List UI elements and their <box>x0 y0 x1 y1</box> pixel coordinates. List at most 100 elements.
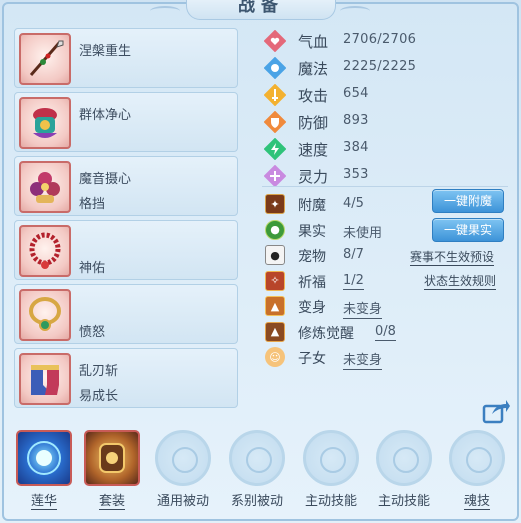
gold-necklace-icon <box>19 289 71 341</box>
equipment-slot-3[interactable]: 魔音摄心 格挡 <box>14 156 238 216</box>
stat-speed: 速度 384 <box>262 136 512 163</box>
ornate-armor-icon <box>19 97 71 149</box>
equipment-trait: 格挡 <box>79 197 106 212</box>
equipment-name: 涅槃重生 <box>79 44 132 59</box>
skill-label: 通用被动 <box>156 494 209 509</box>
page-title: 战备 <box>186 0 336 20</box>
equipment-trait: 愤怒 <box>79 325 106 340</box>
flower-charm-icon <box>19 161 71 213</box>
skill-bar: 莲华 套装 通用被动 系别被动 主动技能 主动技能 魂技 <box>12 430 512 514</box>
speed-icon <box>264 138 286 160</box>
row-awaken: ▲ 修炼觉醒 0/8 <box>262 320 512 346</box>
stat-value: 893 <box>343 113 369 128</box>
heart-icon <box>264 30 286 52</box>
info-value: 4/5 <box>343 196 364 211</box>
info-label: 宠物 <box>298 249 326 265</box>
stat-defense: 防御 893 <box>262 109 512 136</box>
stat-attack: 攻击 654 <box>262 82 512 109</box>
one-click-enchant-button[interactable]: 一键附魔 <box>432 189 504 213</box>
skill-label: 莲华 <box>30 494 57 510</box>
empty-slot-icon <box>303 430 359 486</box>
shield-icon <box>264 111 286 133</box>
panda-icon: ● <box>265 245 285 265</box>
empty-slot-icon <box>449 430 505 486</box>
equipment-slot-4[interactable]: 神佑 <box>14 220 238 280</box>
stat-label: 魔法 <box>298 60 329 78</box>
awaken-value-link[interactable]: 0/8 <box>375 324 396 341</box>
skill-label: 系别被动 <box>230 494 283 509</box>
equipment-slot-2[interactable]: 群体净心 <box>14 92 238 152</box>
stat-value: 2225/2225 <box>343 59 417 74</box>
info-label: 修炼觉醒 <box>298 325 354 342</box>
info-value: 未使用 <box>343 225 383 241</box>
equipment-slot-6[interactable]: 乱刃斩 易成长 <box>14 348 238 408</box>
armor-set-icon <box>84 430 140 486</box>
one-click-fruit-button[interactable]: 一键果实 <box>432 218 504 242</box>
transform-icon: ▲ <box>265 296 285 316</box>
equipment-list: 涅槃重生 群体净心 魔音摄心 格挡 神佑 愤怒 乱刃斩 易成长 <box>14 28 240 412</box>
equipment-trait: 神佑 <box>79 261 106 276</box>
stat-mp: 魔法 2225/2225 <box>262 55 512 82</box>
empty-slot-icon <box>155 430 211 486</box>
stat-label: 速度 <box>298 141 329 159</box>
skill-label: 主动技能 <box>377 494 430 509</box>
status-rules-link[interactable]: 状态生效规则 <box>424 272 497 290</box>
empty-slot-icon <box>376 430 432 486</box>
child-value-link[interactable]: 未变身 <box>343 349 383 370</box>
title-ornament-right <box>340 6 370 16</box>
awaken-icon: ▲ <box>265 321 285 342</box>
empty-slot-icon <box>229 430 285 486</box>
skill-label: 套装 <box>98 494 125 510</box>
boots-icon <box>19 353 71 405</box>
spear-icon <box>19 33 71 85</box>
lotus-orb-icon <box>16 430 72 486</box>
info-label: 祈福 <box>298 274 326 291</box>
event-preset-link[interactable]: 赛事不生效预设 <box>410 248 495 266</box>
info-label: 果实 <box>298 223 326 240</box>
info-label: 子女 <box>298 351 326 367</box>
skill-slot-common-passive[interactable]: 通用被动 <box>151 430 215 509</box>
bless-value-link[interactable]: 1/2 <box>343 273 364 290</box>
stat-label: 攻击 <box>298 87 329 105</box>
stat-value: 654 <box>343 86 369 101</box>
stat-label: 气血 <box>298 33 329 51</box>
spirit-icon <box>264 165 286 187</box>
enchant-icon: ✦ <box>265 194 285 214</box>
skill-slot-soul[interactable]: 魂技 <box>445 430 509 510</box>
info-label: 附魔 <box>298 198 326 214</box>
bless-icon: ✧ <box>265 270 285 291</box>
skill-slot-set[interactable]: 套装 <box>80 430 144 510</box>
stat-value: 2706/2706 <box>343 32 417 47</box>
title-ornament-left <box>150 6 180 16</box>
share-icon[interactable] <box>482 398 510 424</box>
stat-label: 防御 <box>298 114 329 132</box>
skill-label: 主动技能 <box>304 494 357 509</box>
skill-slot-school-passive[interactable]: 系别被动 <box>225 430 289 509</box>
equipment-slot-5[interactable]: 愤怒 <box>14 284 238 344</box>
section-divider <box>262 186 508 187</box>
stat-label: 灵力 <box>298 168 329 186</box>
info-value: 8/7 <box>343 247 364 262</box>
equipment-trait: 易成长 <box>79 389 119 404</box>
row-child: ☺ 子女 未变身 <box>262 345 512 371</box>
transform-value-link[interactable]: 未变身 <box>343 298 383 319</box>
row-transform: ▲ 变身 未变身 <box>262 294 512 320</box>
stat-value: 353 <box>343 167 369 182</box>
stat-hp: 气血 2706/2706 <box>262 28 512 55</box>
bead-necklace-icon <box>19 225 71 277</box>
skill-slot-active-2[interactable]: 主动技能 <box>372 430 436 509</box>
info-label: 变身 <box>298 300 326 316</box>
attribute-stats: 气血 2706/2706 魔法 2225/2225 攻击 654 防御 893 … <box>262 28 512 190</box>
mana-icon <box>264 57 286 79</box>
skill-slot-lotus[interactable]: 莲华 <box>12 430 76 510</box>
equipment-name: 魔音摄心 <box>79 172 132 187</box>
equipment-name: 乱刃斩 <box>79 364 119 379</box>
attack-icon <box>264 84 286 106</box>
skill-label: 魂技 <box>463 494 490 510</box>
equipment-slot-1[interactable]: 涅槃重生 <box>14 28 238 88</box>
child-icon: ☺ <box>265 347 285 367</box>
skill-slot-active-1[interactable]: 主动技能 <box>299 430 363 509</box>
stat-value: 384 <box>343 140 369 155</box>
fruit-icon: ● <box>265 219 285 240</box>
equipment-name: 群体净心 <box>79 108 132 123</box>
